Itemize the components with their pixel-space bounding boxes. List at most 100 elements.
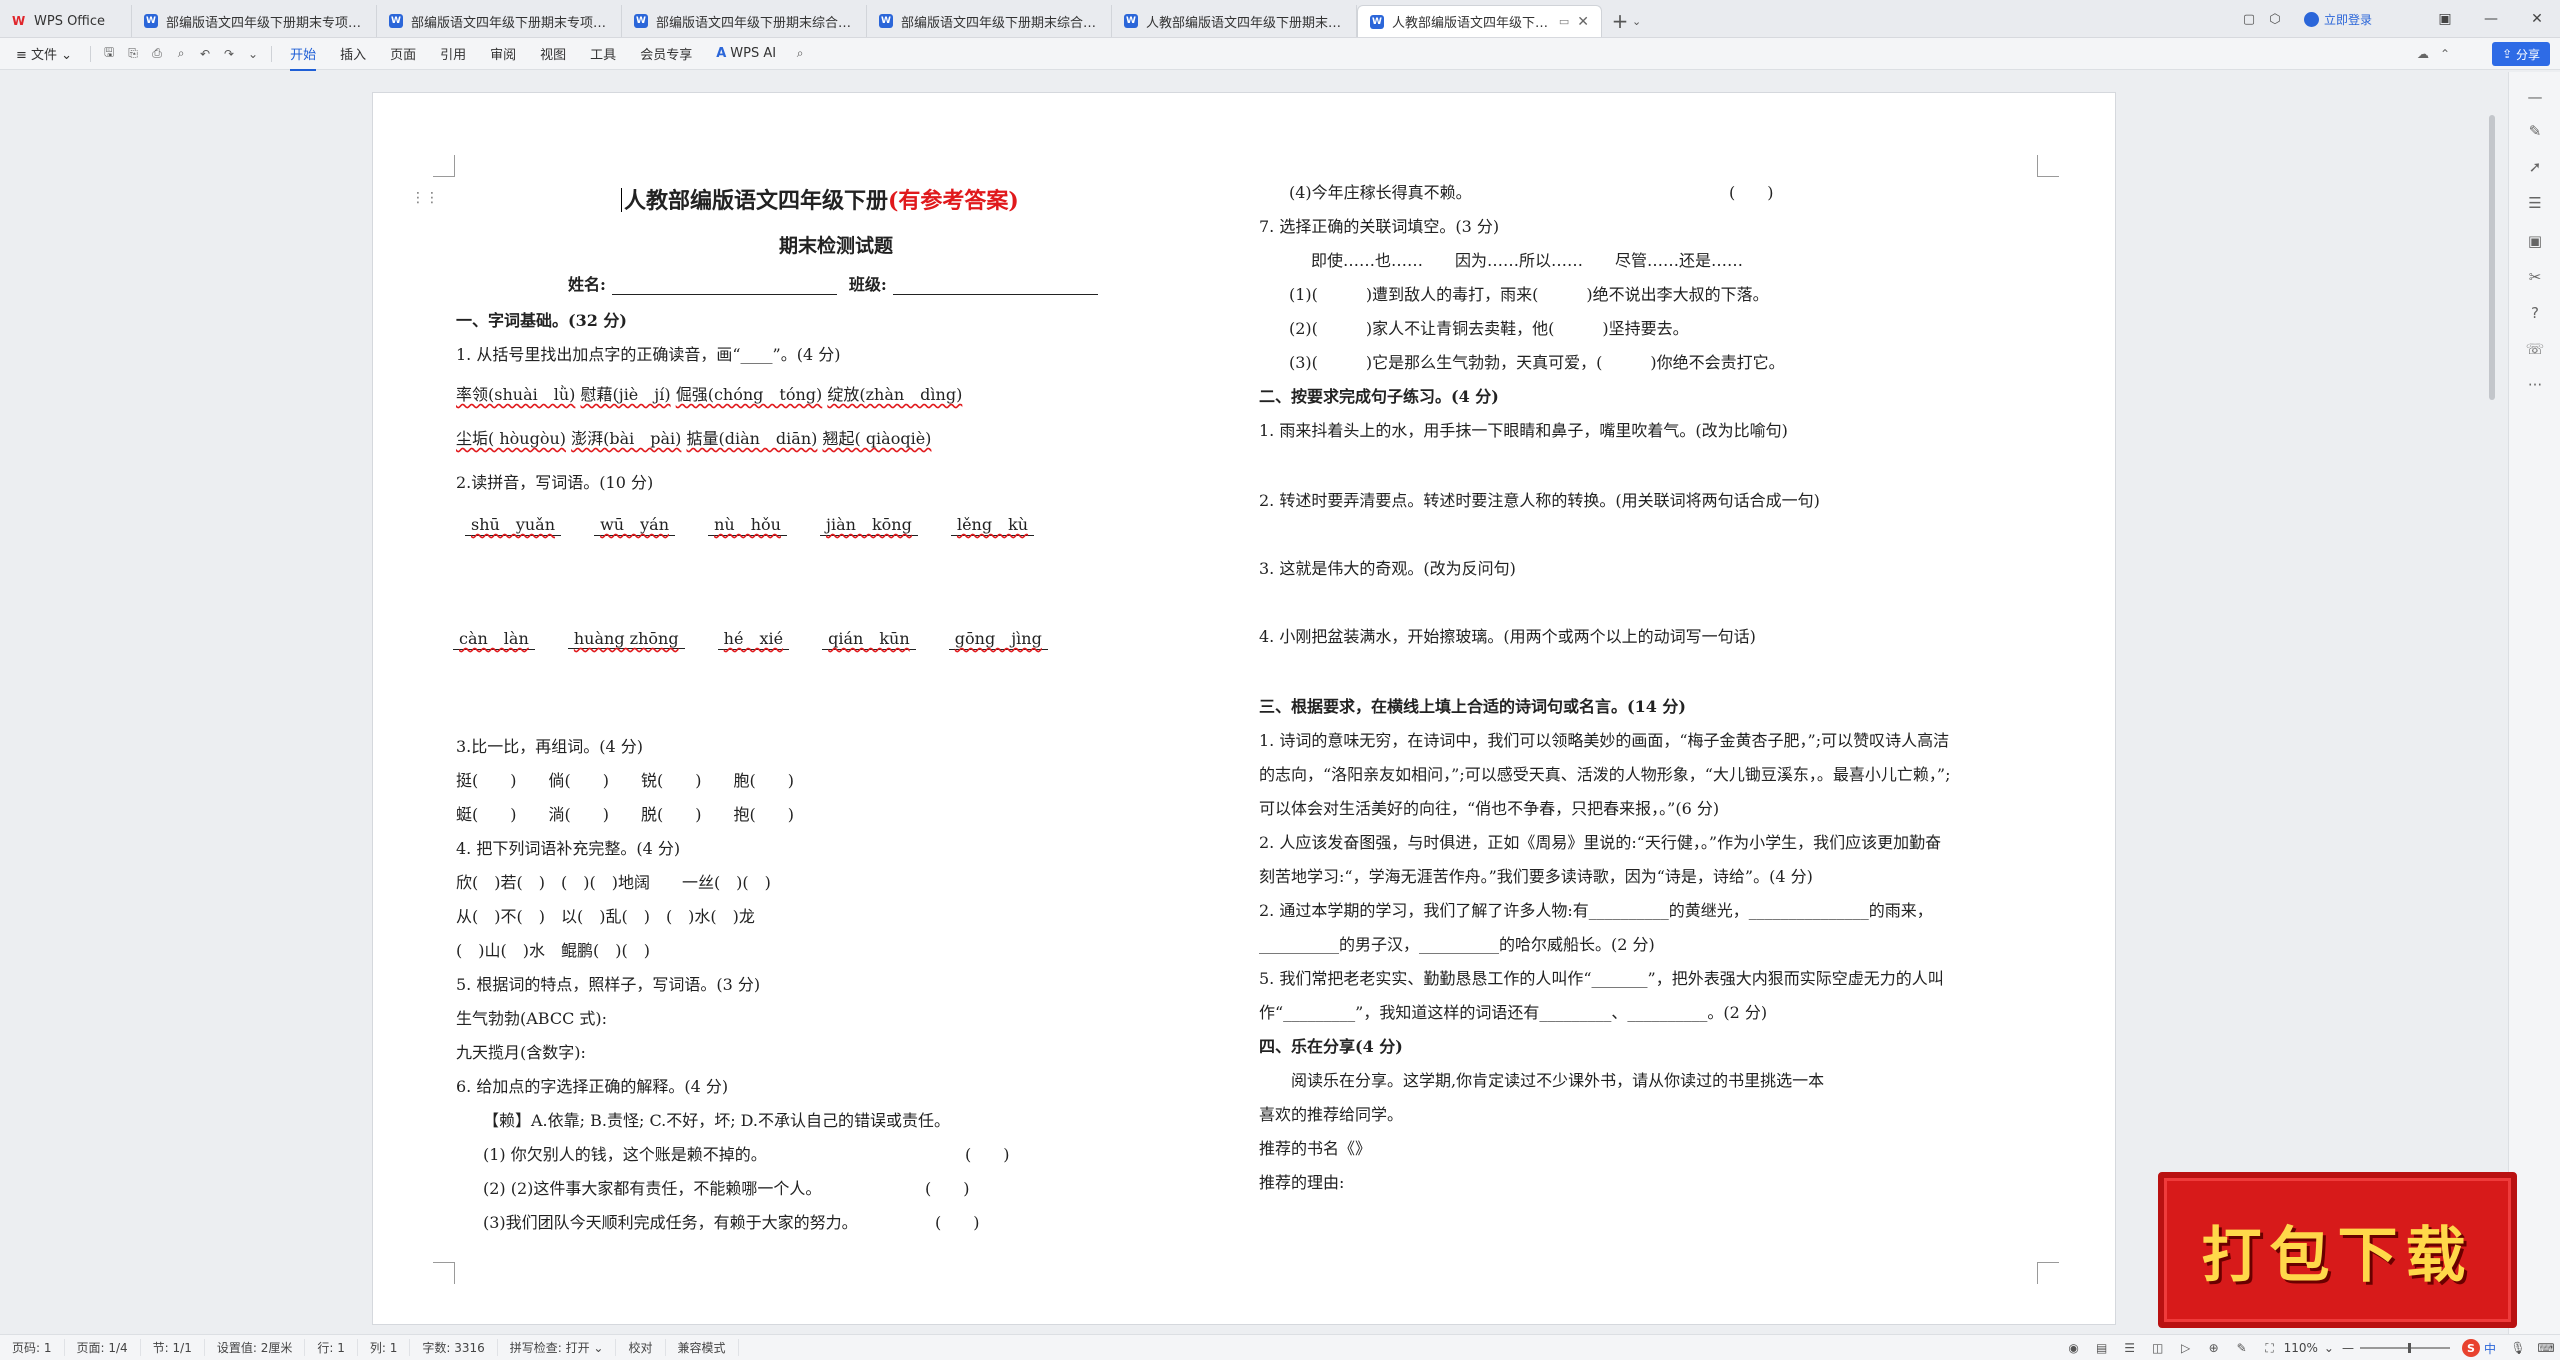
pinyin-item: huàng zhōng	[567, 629, 685, 649]
web-view-icon[interactable]: ◫	[2144, 1341, 2172, 1355]
wps-ai-button[interactable]: A WPS AI	[704, 46, 788, 61]
status-row[interactable]: 行: 1	[305, 1339, 358, 1356]
document-page[interactable]: ⋮⋮ 人教部编版语文四年级下册(有参考答案) 期末检测试题 姓名: 班级: 一、…	[373, 93, 2115, 1324]
status-spell-check[interactable]: 拼写检查: 打开 ⌄	[498, 1339, 617, 1356]
status-setting[interactable]: 设置值: 2厘米	[205, 1339, 306, 1356]
close-tab-icon[interactable]: ✕	[1577, 14, 1589, 30]
tab-label: 人教部编版语文四年级下册期末检测	[1146, 15, 1344, 31]
writer-doc-icon: W	[389, 14, 403, 28]
status-proofread[interactable]: 校对	[616, 1339, 666, 1356]
menu-file[interactable]: ≡ 文件 ⌄	[0, 44, 84, 63]
download-banner[interactable]: 打包下载	[2158, 1172, 2517, 1328]
zoom-out-icon[interactable]: —	[2342, 1341, 2354, 1355]
monitor-icon[interactable]: ▭	[1559, 15, 1569, 28]
chevron-up-icon[interactable]: ⌃	[2434, 47, 2456, 61]
doc-title: 人教部编版语文四年级下册(有参考答案)	[621, 183, 1019, 215]
page-view-icon[interactable]: ▤	[2088, 1341, 2116, 1355]
share-button[interactable]: ⇪ 分享	[2492, 42, 2550, 66]
redo-icon[interactable]: ↷	[217, 47, 241, 61]
status-page-number[interactable]: 页码: 1	[0, 1339, 65, 1356]
tab-document[interactable]: W 部编版语文四年级下册期末专项分类	[377, 5, 622, 37]
name-blank[interactable]	[611, 275, 837, 295]
question-text: 4. 把下列词语补充完整。(4 分)	[456, 839, 681, 858]
chevron-down-icon[interactable]: ⌄	[2324, 1341, 2334, 1355]
tab-wps-home[interactable]: W WPS Office	[0, 5, 132, 37]
pinyin-item: càn làn	[453, 625, 535, 650]
tab-label: WPS Office	[34, 13, 106, 29]
export-icon[interactable]: ⎘	[121, 46, 145, 61]
status-pages[interactable]: 页面: 1/4	[65, 1339, 141, 1356]
cube-icon[interactable]: ⬡	[2262, 12, 2288, 27]
help-icon[interactable]: ?	[2509, 304, 2560, 322]
status-section[interactable]: 节: 1/1	[141, 1339, 205, 1356]
question-line: 欣( )若( ) ( )( )地阔 一丝( )( )	[456, 873, 771, 892]
login-button[interactable]: 立即登录	[2303, 11, 2372, 28]
question-text: 1. 雨来抖着头上的水，用手抹一下眼睛和鼻子，嘴里吹着气。(改为比喻句)	[1259, 421, 1788, 440]
answer-paren: ( )	[935, 1213, 980, 1232]
chevron-down-icon[interactable]: ⌄	[241, 47, 265, 61]
pen-icon[interactable]: ✎	[2228, 1341, 2256, 1355]
settings-sliders-icon[interactable]: ☰	[2509, 194, 2560, 212]
ime-mode: 中	[2483, 1341, 2496, 1356]
outline-view-icon[interactable]: ☰	[2116, 1341, 2144, 1355]
menu-item-view[interactable]: 视图	[528, 44, 578, 63]
question-text: 作“_________”，我知道这样的词语还有_________、_______…	[1259, 1003, 1768, 1022]
tab-label: 人教部编版语文四年级下册期	[1392, 16, 1553, 31]
menu-item-member[interactable]: 会员专享	[628, 44, 704, 63]
save-icon[interactable]: 🖫	[97, 43, 121, 64]
doc-title-tag: (有参考答案)	[888, 188, 1019, 214]
print-icon[interactable]: ⎙	[145, 46, 169, 61]
menu-item-insert[interactable]: 插入	[328, 44, 378, 63]
search-icon[interactable]: ⌕	[788, 46, 812, 61]
status-column[interactable]: 列: 1	[358, 1339, 411, 1356]
edit-pen-icon[interactable]: ✎	[2509, 122, 2560, 140]
restore-icon[interactable]: ▣	[2422, 11, 2468, 27]
status-word-count[interactable]: 字数: 3316	[410, 1339, 498, 1356]
gallery-icon[interactable]: ▣	[2509, 232, 2560, 250]
scrollbar-thumb[interactable]	[2489, 115, 2495, 400]
class-blank[interactable]	[892, 275, 1098, 295]
collapse-icon[interactable]: —	[2509, 88, 2560, 106]
window-layout-icon[interactable]: ▢	[2236, 12, 2262, 27]
question-line: (2)( )家人不让青铜去卖鞋，他( )坚持要去。	[1289, 319, 1689, 338]
margin-corner-mark	[2037, 155, 2059, 177]
pointer-icon[interactable]: ➚	[2509, 158, 2560, 176]
minimize-icon[interactable]: —	[2468, 11, 2514, 27]
tools-icon[interactable]: ✂	[2509, 268, 2560, 286]
tab-document[interactable]: W 部编版语文四年级下册期末专项分类	[132, 5, 377, 37]
zoom-control[interactable]: 110% ⌄ —	[2284, 1341, 2456, 1355]
menu-item-page[interactable]: 页面	[378, 44, 428, 63]
more-icon[interactable]: ···	[2509, 376, 2560, 394]
menu-item-references[interactable]: 引用	[428, 44, 478, 63]
ime-toolbar[interactable]: S 中 🎙 ⌨	[2461, 1339, 2560, 1357]
right-sidebar: — ✎ ➚ ☰ ▣ ✂ ? ☏ ···	[2508, 72, 2560, 1334]
cloud-icon[interactable]: ☁	[2412, 47, 2434, 61]
tab-document-active[interactable]: W 人教部编版语文四年级下册期 ▭ ✕	[1357, 5, 1602, 37]
print-preview-icon[interactable]: ⌕	[169, 46, 193, 61]
menu-item-review[interactable]: 审阅	[478, 44, 528, 63]
zoom-slider[interactable]	[2359, 1343, 2450, 1353]
tab-document[interactable]: W 人教部编版语文四年级下册期末检测	[1112, 5, 1357, 37]
globe-icon[interactable]: ⊕	[2200, 1341, 2228, 1355]
chevron-down-icon[interactable]: ⌄	[1632, 5, 1641, 37]
eye-protection-icon[interactable]: ◉	[2060, 1341, 2088, 1355]
menu-item-tools[interactable]: 工具	[578, 44, 628, 63]
question-line: 九天揽月(含数字):	[456, 1043, 586, 1062]
fit-page-icon[interactable]: ⛶	[2256, 1341, 2284, 1356]
menu-item-home[interactable]: 开始	[278, 44, 328, 71]
answer-paren: ( )	[965, 1145, 1010, 1164]
pinyin-choice: 率领(shuài lǜ)	[456, 385, 576, 404]
drag-handle-icon[interactable]: ⋮⋮	[411, 190, 439, 206]
tab-document[interactable]: W 部编版语文四年级下册期末综合素质	[622, 5, 867, 37]
section-heading: 三、根据要求，在横线上填上合适的诗词句或名言。(14 分)	[1259, 697, 1686, 716]
tab-document[interactable]: W 部编版语文四年级下册期末综合素质	[867, 5, 1112, 37]
tab-label: 部编版语文四年级下册期末综合素质	[901, 15, 1099, 31]
zoom-level: 110%	[2283, 1341, 2318, 1355]
undo-icon[interactable]: ↶	[193, 47, 217, 61]
microphone-icon[interactable]: 🎙	[2504, 1341, 2532, 1355]
close-icon[interactable]: ✕	[2514, 11, 2560, 27]
question-line: (2) (2)这件事大家都有责任，不能赖哪一个人。	[483, 1179, 822, 1198]
feedback-icon[interactable]: ☏	[2509, 340, 2560, 358]
play-icon[interactable]: ▷	[2172, 1341, 2200, 1355]
keyboard-icon[interactable]: ⌨	[2532, 1341, 2560, 1355]
